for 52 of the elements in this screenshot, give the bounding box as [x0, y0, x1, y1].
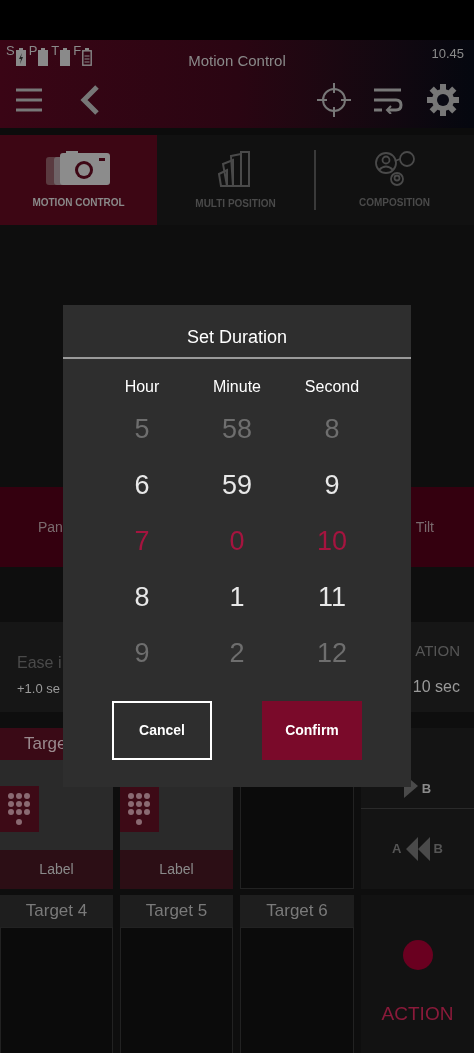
column-header: Second — [304, 377, 360, 397]
point-a-label: A — [392, 840, 402, 859]
picker-value[interactable]: 1 — [229, 569, 245, 625]
battery-label: F — [73, 44, 82, 57]
dialog-button[interactable]: Cancel — [112, 701, 212, 760]
crosshair-icon[interactable] — [317, 82, 351, 117]
action-button[interactable]: ACTION — [361, 895, 474, 1053]
battery-label: T — [51, 44, 60, 57]
keypad-icon — [120, 786, 159, 832]
mode-tab[interactable]: MOTION CONTROL — [0, 135, 157, 225]
back-icon[interactable] — [79, 83, 101, 116]
picker-value[interactable]: 9 — [324, 457, 340, 513]
people-network-icon — [373, 150, 416, 187]
battery-icon — [15, 48, 26, 66]
camera-icon — [45, 150, 112, 187]
picker-value[interactable]: 8 — [324, 401, 340, 457]
duration-value: 10 sec — [412, 676, 460, 697]
picker-value[interactable]: 6 — [134, 457, 150, 513]
point-b-label: B — [433, 840, 443, 859]
battery-icon — [82, 48, 93, 66]
picker-value[interactable]: 2 — [229, 625, 245, 681]
ease-value: +1.0 se — [17, 680, 61, 698]
screen-title: Motion Control — [188, 51, 286, 71]
picker-value[interactable]: 5 — [134, 401, 150, 457]
settings-icon[interactable] — [427, 83, 459, 116]
record-dot-icon — [402, 940, 433, 970]
picker-value[interactable]: 12 — [316, 625, 347, 681]
mode-tab[interactable]: MULTI POSITION — [157, 135, 314, 225]
point-b-label: B — [421, 779, 432, 798]
picker-value[interactable]: 11 — [318, 569, 346, 625]
pan-label: Pan — [38, 517, 63, 537]
picker-value[interactable]: 9 — [134, 625, 150, 681]
picker-value[interactable]: 8 — [134, 569, 150, 625]
battery-icon — [60, 48, 71, 66]
column-header: Minute — [213, 377, 261, 397]
keypad-icon — [0, 786, 39, 832]
tilt-label: Tilt — [415, 517, 434, 537]
target-label: Label — [120, 850, 233, 889]
dialog-button[interactable]: Confirm — [262, 701, 362, 760]
duration-label: ATION — [415, 641, 460, 661]
target-label: Label — [0, 850, 113, 889]
rewind-icon[interactable] — [405, 837, 430, 861]
mode-tab[interactable]: COMPOSITION — [316, 135, 473, 225]
battery-label: P — [28, 44, 38, 57]
clock: 10.45 — [430, 45, 465, 63]
target-slot[interactable]: Label — [0, 760, 113, 889]
picker-value[interactable]: 59 — [221, 457, 252, 513]
column-header: Hour — [124, 377, 160, 397]
dialog-title: Set Duration — [185, 326, 289, 349]
picker-value[interactable]: 58 — [221, 401, 252, 457]
battery-label: S — [6, 44, 15, 57]
battery-icon — [38, 48, 49, 66]
